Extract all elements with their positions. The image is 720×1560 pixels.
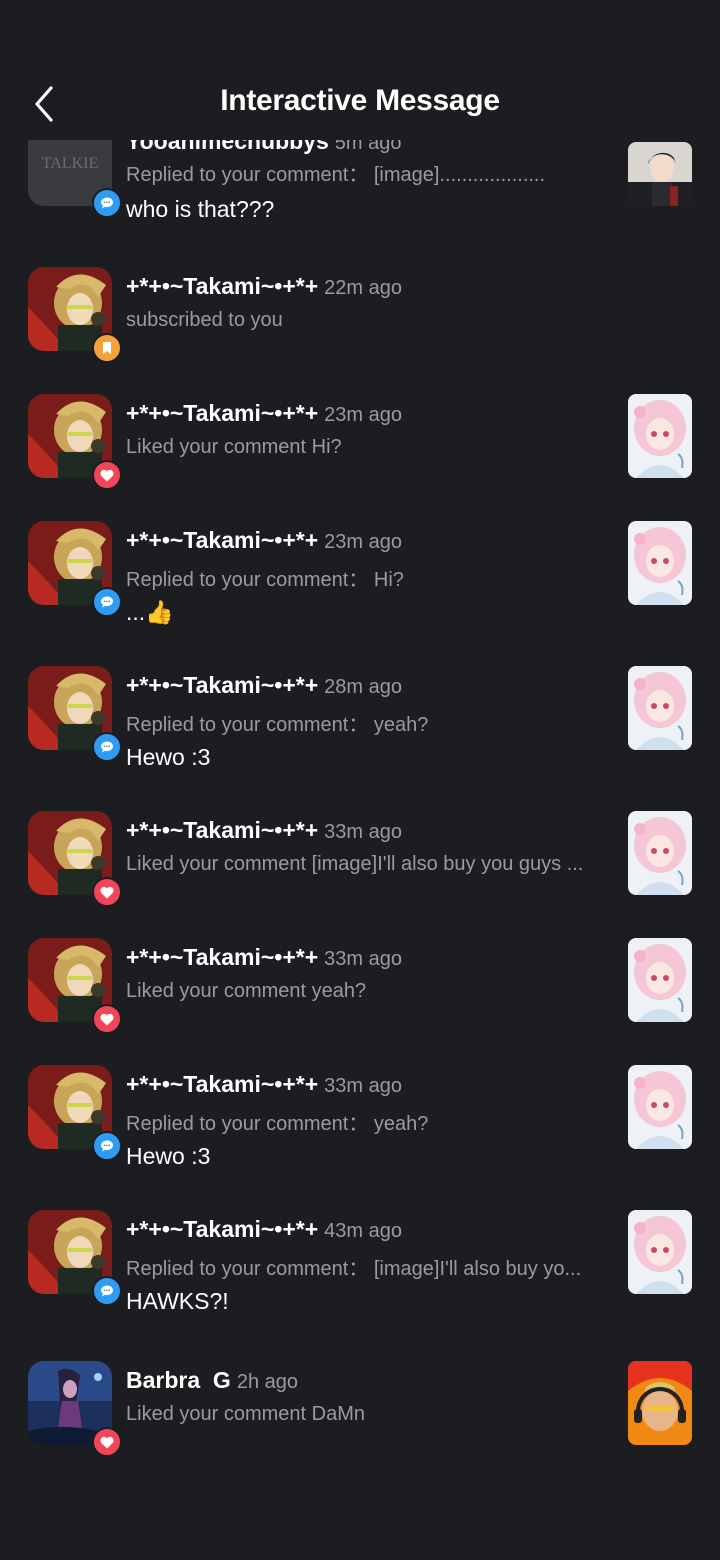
notification-item[interactable]: +*+•~Takami~•+*+ 28m ago Replied to your … [0,666,720,770]
comment-thumbnail[interactable] [628,666,692,750]
user-name[interactable]: +*+•~Takami~•+*+ [126,944,318,970]
comment-thumbnail[interactable] [628,394,692,478]
user-name[interactable]: +*+•~Takami~•+*+ [126,672,318,698]
action-text: Replied to your comment： yeah? [126,1113,429,1135]
heart-badge-icon [92,1427,122,1457]
notification-item[interactable]: +*+•~Takami~•+*+ 33m ago Liked your comme… [0,811,720,911]
user-name[interactable]: +*+•~Takami~•+*+ [126,817,318,843]
comment-thumbnail[interactable] [628,142,692,226]
user-name[interactable]: +*+•~Takami~•+*+ [126,527,318,553]
notification-item[interactable]: +*+•~Takami~•+*+ 23m ago Liked your comme… [0,394,720,494]
timestamp: 23m ago [324,404,402,426]
action-text: Replied to your comment： [image]........… [126,164,546,186]
action-text: Liked your comment Hi? [126,436,342,458]
heart-badge-icon [92,460,122,490]
timestamp: 23m ago [324,531,402,553]
comment-badge-icon [92,732,122,762]
timestamp: 2h ago [236,1371,298,1393]
action-text: Replied to your comment： yeah? [126,714,429,736]
comment-thumbnail[interactable] [628,938,692,1022]
notification-item[interactable]: Barbra G 2h ago Liked your comment DaMn [0,1361,720,1461]
notification-item[interactable]: +*+•~Takami~•+*+ 23m ago Replied to your … [0,521,720,625]
reply-text: Hewo :3 [126,1143,211,1169]
notification-item[interactable]: +*+•~Takami~•+*+ 22m ago subscribed to yo… [0,267,720,367]
action-text: subscribed to you [126,309,283,331]
reply-text: ...👍 [126,599,174,625]
comment-badge-icon [92,188,122,218]
timestamp: 33m ago [324,948,402,970]
bookmark-badge-icon [92,333,122,363]
user-name[interactable]: +*+•~Takami~•+*+ [126,1071,318,1097]
comment-badge-icon [92,1131,122,1161]
comment-thumbnail[interactable] [628,1361,692,1445]
action-text: Liked your comment [image]I'll also buy … [126,853,584,875]
comment-thumbnail[interactable] [628,1210,692,1294]
comment-badge-icon [92,1276,122,1306]
timestamp: 22m ago [324,277,402,299]
comment-thumbnail[interactable] [628,811,692,895]
reply-text: HAWKS?! [126,1288,229,1314]
page-title: Interactive Message [220,84,500,117]
notification-item[interactable]: +*+•~Takami~•+*+ 33m ago Liked your comme… [0,938,720,1038]
timestamp: 43m ago [324,1220,402,1242]
action-text: Liked your comment yeah? [126,980,367,1002]
top-bar: Interactive Message [0,0,720,140]
comment-badge-icon [92,587,122,617]
heart-badge-icon [92,1004,122,1034]
user-name[interactable]: Barbra G [126,1367,231,1393]
notification-item[interactable]: +*+•~Takami~•+*+ 43m ago Replied to your … [0,1210,720,1314]
comment-thumbnail[interactable] [628,521,692,605]
user-name[interactable]: +*+•~Takami~•+*+ [126,1216,318,1242]
talkie-logo: TALKIE [42,155,98,172]
reply-text: Hewo :3 [126,744,211,770]
user-name[interactable]: +*+•~Takami~•+*+ [126,400,318,426]
heart-badge-icon [92,877,122,907]
action-text: Liked your comment DaMn [126,1403,365,1425]
notification-item[interactable]: +*+•~Takami~•+*+ 33m ago Replied to your … [0,1065,720,1169]
timestamp: 33m ago [324,821,402,843]
reply-text: who is that??? [126,196,275,222]
user-name[interactable]: +*+•~Takami~•+*+ [126,273,318,299]
action-text: Replied to your comment： [image]I'll als… [126,1258,582,1280]
action-text: Replied to your comment： Hi? [126,569,404,591]
comment-thumbnail[interactable] [628,1065,692,1149]
timestamp: 28m ago [324,676,402,698]
timestamp: 33m ago [324,1075,402,1097]
